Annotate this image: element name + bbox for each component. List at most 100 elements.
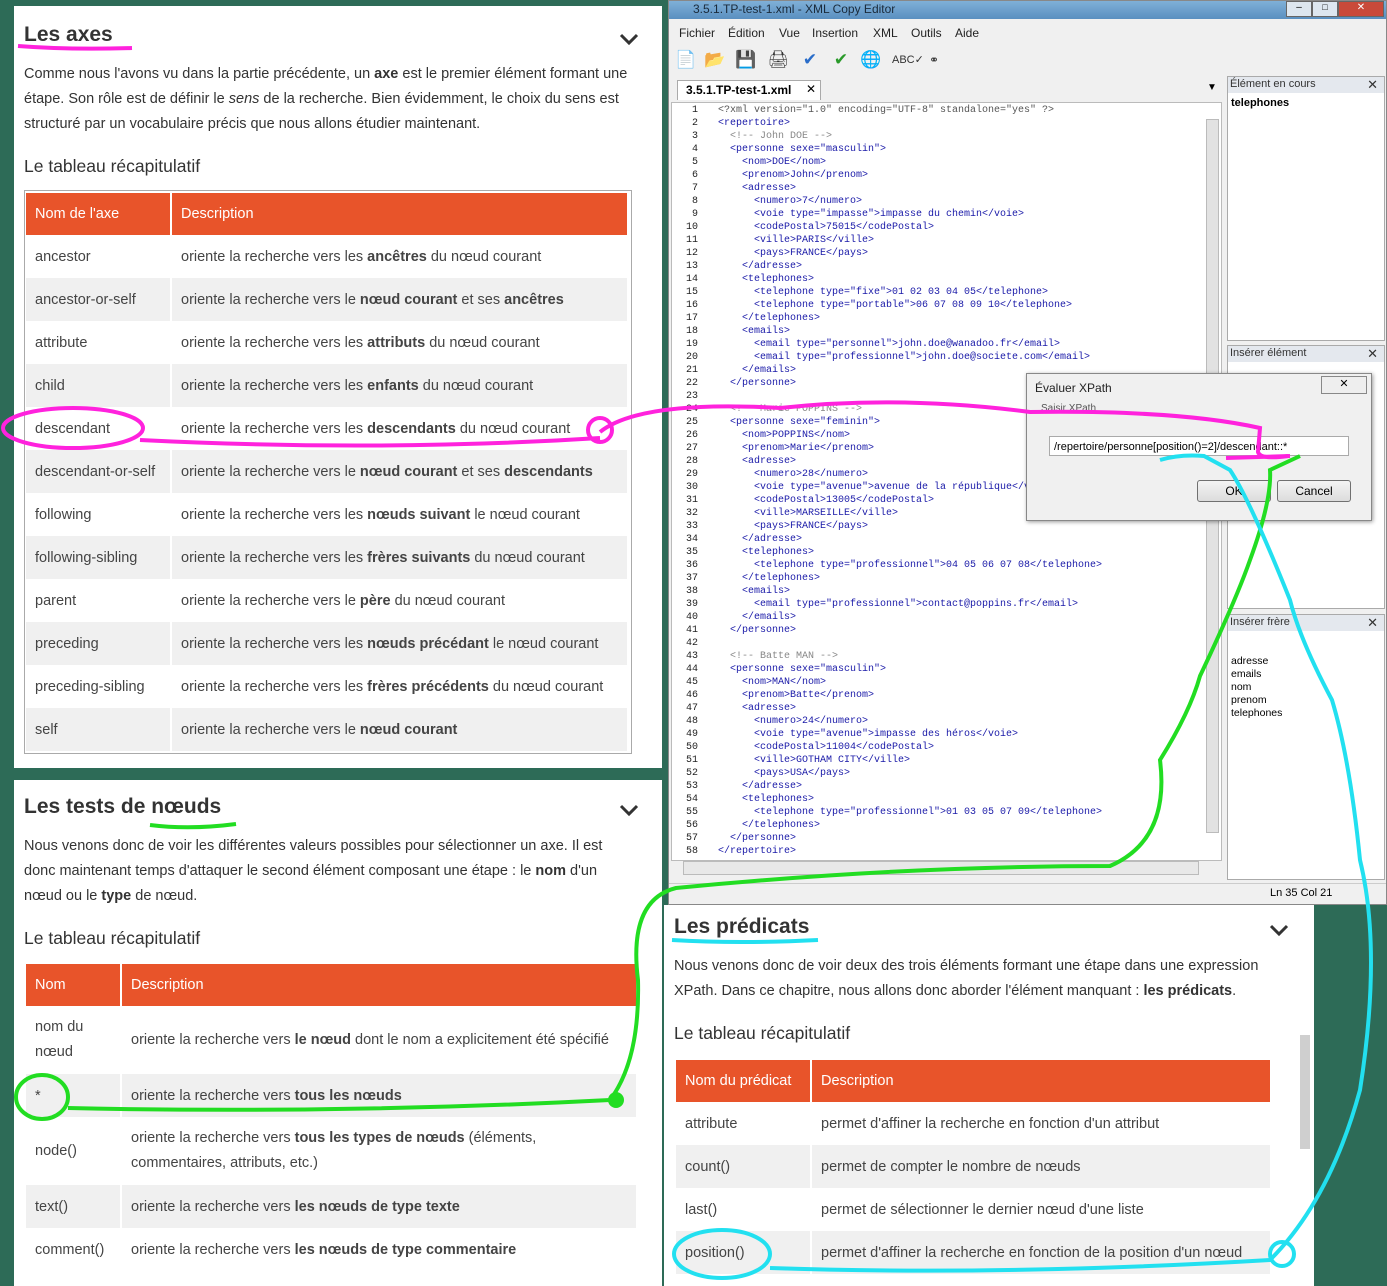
menu-vue[interactable]: Vue [779, 26, 800, 40]
maximize-button[interactable]: □ [1312, 1, 1338, 17]
document-tab[interactable]: 3.5.1.TP-test-1.xml ✕ [677, 80, 821, 100]
check-wellformed-icon[interactable]: ✔ [799, 49, 821, 71]
code-line: <pays>USA</pays> [718, 768, 851, 779]
line-number: 28 [685, 456, 698, 467]
menu-edition[interactable]: Édition [728, 26, 765, 40]
chevron-down-icon[interactable] [619, 32, 639, 46]
line-number: 4 [691, 144, 698, 155]
menu-outils[interactable]: Outils [911, 26, 942, 40]
predicat-name: attribute [676, 1102, 812, 1145]
menu-fichier[interactable]: Fichier [679, 26, 715, 40]
sibling-item[interactable]: telephones [1231, 707, 1282, 720]
menu-xml[interactable]: XML [873, 26, 898, 40]
sibling-item[interactable]: nom [1231, 681, 1282, 694]
desc-text: oriente la recherche vers [131, 1130, 295, 1146]
code-line: <numero>7</numero> [718, 196, 863, 207]
sibling-item[interactable]: emails [1231, 668, 1282, 681]
current-element-title: Élément en cours [1230, 78, 1316, 90]
axis-name: preceding-sibling [26, 665, 172, 708]
menu-insertion[interactable]: Insertion [812, 26, 858, 40]
code-line: <repertoire> [718, 118, 791, 129]
table-row: following-sibling oriente la recherche ve… [26, 536, 629, 579]
dialog-title: Évaluer XPath [1035, 381, 1112, 395]
chevron-down-icon[interactable] [1269, 923, 1289, 937]
axis-description: oriente la recherche vers les nœuds suiv… [171, 493, 629, 536]
line-number: 44 [685, 664, 698, 675]
current-element-value: telephones [1231, 97, 1290, 109]
close-icon[interactable]: ✕ [1367, 77, 1378, 93]
minimize-button[interactable]: – [1286, 1, 1312, 17]
status-bar: Ln 35 Col 21 [669, 883, 1386, 904]
desc-bold: attributs [367, 334, 426, 351]
code-line: <!-- Batte MAN --> [718, 651, 839, 662]
axes-intro: Comme nous l'avons vu dans la partie pré… [24, 66, 628, 132]
insert-sibling-header: Insérer frère ✕ [1228, 615, 1384, 631]
predicats-panel: Les prédicats Nous venons donc de voir d… [664, 905, 1314, 1286]
desc-bold: nœud courant [359, 463, 458, 480]
current-element-header: Élément en cours ✕ [1228, 77, 1384, 93]
table-row: comment() oriente la recherche vers les n… [26, 1228, 638, 1271]
sibling-item[interactable]: prenom [1231, 694, 1282, 707]
close-icon[interactable]: ✕ [1367, 615, 1378, 631]
current-element-panel: Élément en cours ✕ telephones [1227, 76, 1385, 341]
predicats-subtitle: Le tableau récapitulatif [674, 1023, 851, 1043]
line-number: 26 [685, 430, 698, 441]
spellcheck-icon[interactable]: ABC✓ [892, 49, 924, 71]
desc-text: du nœud courant [470, 549, 585, 566]
new-file-icon[interactable]: 📄 [675, 49, 697, 71]
tests-title: Les tests de nœuds [24, 795, 222, 818]
line-number: 19 [685, 339, 698, 350]
link-icon[interactable]: ⚭ [923, 49, 945, 71]
code-line: <adresse> [718, 703, 797, 714]
line-number: 17 [685, 313, 698, 324]
predicat-description: permet de sélectionner le dernier nœud d… [811, 1188, 1272, 1231]
insert-sibling-title: Insérer frère [1230, 616, 1290, 628]
line-number: 5 [691, 157, 698, 168]
line-number: 2 [691, 118, 698, 129]
print-icon[interactable]: 🖨 [767, 49, 789, 71]
test-name: text() [26, 1185, 122, 1228]
test-name: comment() [26, 1228, 122, 1271]
save-icon[interactable]: 💾 [735, 49, 757, 71]
desc-text: oriente la recherche vers les [181, 635, 368, 652]
code-line: <ville>MARSEILLE</ville> [718, 508, 899, 519]
line-number: 40 [685, 612, 698, 623]
dialog-close-button[interactable]: ✕ [1321, 376, 1367, 394]
close-icon[interactable]: ✕ [1367, 346, 1378, 362]
cancel-button[interactable]: Cancel [1277, 480, 1351, 502]
insert-sibling-panel: Insérer frère ✕ adresse emails nom prenom tel… [1227, 614, 1385, 880]
menu-aide[interactable]: Aide [955, 26, 979, 40]
line-number: 14 [685, 274, 698, 285]
predicats-scrollbar[interactable] [1300, 1035, 1310, 1149]
desc-bold: descendants [367, 420, 456, 437]
chevron-down-icon[interactable] [619, 803, 639, 817]
close-window-button[interactable]: ✕ [1338, 1, 1384, 17]
ok-button[interactable]: OK [1197, 480, 1271, 502]
xpath-input[interactable]: /repertoire/personne[position()=2]/desce… [1049, 436, 1349, 456]
globe-icon[interactable]: 🌐 [860, 49, 882, 71]
axis-name: child [26, 364, 172, 407]
desc-bold: ancêtres [367, 248, 427, 265]
code-line: <telephone type="professionnel">01 03 05… [718, 807, 1103, 818]
validate-icon[interactable]: ✔ [830, 49, 852, 71]
close-tab-icon[interactable]: ✕ [806, 82, 816, 96]
code-line: </emails> [718, 612, 797, 623]
tab-dropdown-icon[interactable]: ▼ [1207, 82, 1217, 93]
desc-bold: tous les nœuds [294, 1087, 402, 1104]
line-number: 11 [685, 235, 698, 246]
axis-name: descendant-or-self [26, 450, 172, 493]
desc-bold: les nœuds de type commentaire [294, 1241, 517, 1258]
sibling-item[interactable]: adresse [1231, 655, 1282, 668]
desc-text: du nœud courant [390, 592, 506, 609]
code-horizontal-scrollbar[interactable] [683, 861, 1199, 875]
code-line: </telephones> [718, 820, 821, 831]
table-row: following oriente la recherche vers les n… [26, 493, 629, 536]
tests-intro: Nous venons donc de voir les différentes… [24, 838, 603, 904]
table-row: self oriente la recherche vers le nœud co… [26, 708, 629, 751]
axes-header-desc: Description [171, 193, 629, 235]
code-line: <voie type="avenue">impasse des héros</v… [718, 729, 1019, 740]
table-row: position() permet d'affiner la recherche … [676, 1231, 1272, 1274]
code-line: <numero>24</numero> [718, 716, 869, 727]
xpath-dialog: Évaluer XPath ✕ Saisir XPath /repertoire… [1026, 373, 1372, 521]
open-folder-icon[interactable]: 📂 [704, 49, 726, 71]
